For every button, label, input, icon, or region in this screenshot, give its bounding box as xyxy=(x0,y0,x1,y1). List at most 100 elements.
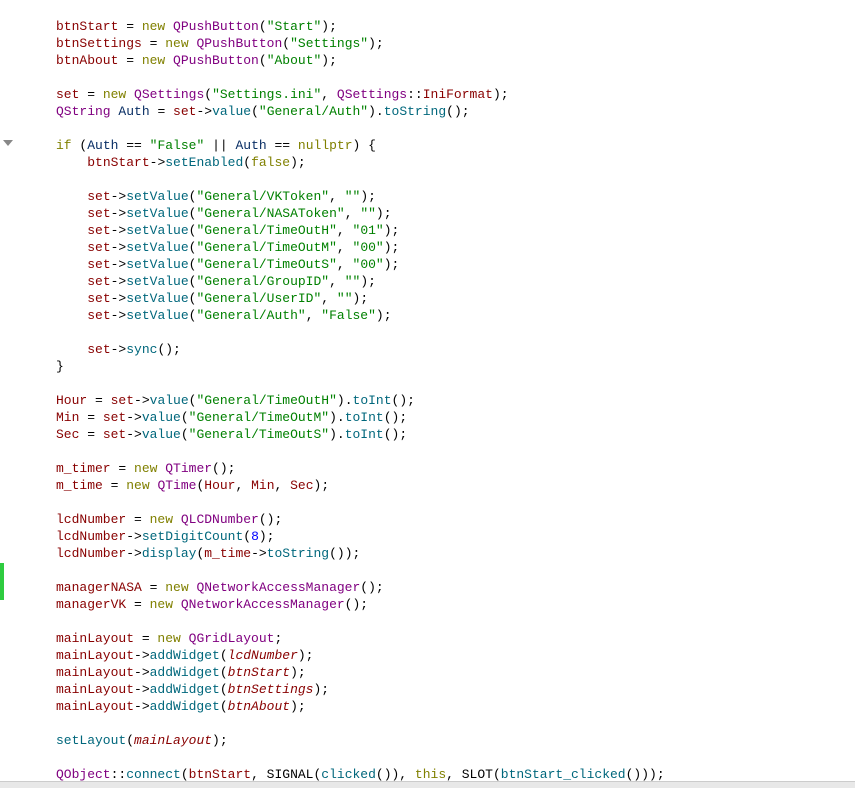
token-type: QTimer xyxy=(165,461,212,476)
token-member: m_time xyxy=(204,546,251,561)
token-member: m_time xyxy=(56,478,103,493)
token-keyword: new xyxy=(126,478,149,493)
token-func: setEnabled xyxy=(165,155,243,170)
token-func: addWidget xyxy=(150,682,220,697)
token-string: "General/TimeOutH" xyxy=(196,393,336,408)
token-func: value xyxy=(150,393,189,408)
token-func: setValue xyxy=(126,206,188,221)
token-string: "False" xyxy=(150,138,205,153)
token-member: set xyxy=(87,189,110,204)
token-func: setLayout xyxy=(56,733,126,748)
token-macro: SIGNAL xyxy=(267,767,314,782)
token-member: set xyxy=(87,308,110,323)
token-member: Min xyxy=(251,478,274,493)
token-member: btnStart xyxy=(189,767,251,782)
token-keyword: new xyxy=(103,87,126,102)
token-member: set xyxy=(111,393,134,408)
token-member: btnSettings xyxy=(56,36,142,51)
token-string: "01" xyxy=(353,223,384,238)
token-string: "Settings.ini" xyxy=(212,87,321,102)
code-block: btnStart = new QPushButton("Start"); btn… xyxy=(22,0,665,788)
token-member: Min xyxy=(56,410,79,425)
token-string: "General/Auth" xyxy=(196,308,305,323)
token-member: mainLayout xyxy=(56,682,134,697)
token-string: "Settings" xyxy=(290,36,368,51)
token-member: set xyxy=(87,291,110,306)
token-member: managerNASA xyxy=(56,580,142,595)
token-member: set xyxy=(103,427,126,442)
token-keyword: new xyxy=(142,53,165,68)
token-string: "General/UserID" xyxy=(196,291,321,306)
token-member: set xyxy=(87,257,110,272)
token-type: QTime xyxy=(157,478,196,493)
token-number: 8 xyxy=(251,529,259,544)
token-string: "Start" xyxy=(267,19,322,34)
token-string: "General/TimeOutS" xyxy=(189,427,329,442)
token-type: QGridLayout xyxy=(189,631,275,646)
token-member: set xyxy=(87,274,110,289)
bottom-scrollbar[interactable] xyxy=(0,781,855,788)
token-member: m_timer xyxy=(56,461,111,476)
token-member: Sec xyxy=(56,427,79,442)
fold-collapse-icon[interactable] xyxy=(3,140,13,146)
token-arg: btnSettings xyxy=(228,682,314,697)
token-member: Hour xyxy=(204,478,235,493)
token-func: addWidget xyxy=(150,699,220,714)
token-type: QObject xyxy=(56,767,111,782)
token-keyword: nullptr xyxy=(298,138,353,153)
token-keyword: if xyxy=(56,138,72,153)
token-func: toString xyxy=(267,546,329,561)
token-string: "General/Auth" xyxy=(259,104,368,119)
token-member: set xyxy=(103,410,126,425)
token-local: Auth xyxy=(118,104,149,119)
token-arg: mainLayout xyxy=(134,733,212,748)
token-func: setValue xyxy=(126,274,188,289)
token-member: set xyxy=(56,87,79,102)
token-keyword: new xyxy=(157,631,180,646)
token-func: setValue xyxy=(126,223,188,238)
token-macro: SLOT xyxy=(462,767,493,782)
token-member: mainLayout xyxy=(56,648,134,663)
token-local: Auth xyxy=(87,138,118,153)
token-keyword: new xyxy=(150,512,173,527)
token-string: "General/TimeOutS" xyxy=(196,257,336,272)
token-func: clicked xyxy=(321,767,376,782)
token-member: managerVK xyxy=(56,597,126,612)
token-arg: lcdNumber xyxy=(228,648,298,663)
token-func: display xyxy=(142,546,197,561)
token-string: "" xyxy=(360,206,376,221)
token-keyword: new xyxy=(165,580,188,595)
token-type: QSettings xyxy=(134,87,204,102)
token-keyword: false xyxy=(251,155,290,170)
token-func: setValue xyxy=(126,240,188,255)
token-member: set xyxy=(173,104,196,119)
token-func: sync xyxy=(126,342,157,357)
token-member: btnStart xyxy=(87,155,149,170)
token-member: set xyxy=(87,342,110,357)
token-func: setValue xyxy=(126,308,188,323)
token-type: QNetworkAccessManager xyxy=(181,597,345,612)
token-string: "General/TimeOutM" xyxy=(189,410,329,425)
token-member: mainLayout xyxy=(56,665,134,680)
token-member: btnAbout xyxy=(56,53,118,68)
token-type: QNetworkAccessManager xyxy=(196,580,360,595)
token-type: QPushButton xyxy=(173,53,259,68)
token-func: setDigitCount xyxy=(142,529,243,544)
token-member: set xyxy=(87,240,110,255)
editor-viewport: btnStart = new QPushButton("Start"); btn… xyxy=(0,0,855,788)
token-func: connect xyxy=(126,767,181,782)
token-func: value xyxy=(142,410,181,425)
token-string: "About" xyxy=(267,53,322,68)
token-member: mainLayout xyxy=(56,631,134,646)
token-func: toInt xyxy=(353,393,392,408)
token-keyword: new xyxy=(150,597,173,612)
token-type: QPushButton xyxy=(196,36,282,51)
token-member: mainLayout xyxy=(56,699,134,714)
token-func: toInt xyxy=(345,427,384,442)
token-arg: btnAbout xyxy=(228,699,290,714)
token-type: QString xyxy=(56,104,111,119)
token-keyword: this xyxy=(415,767,446,782)
token-type: QLCDNumber xyxy=(181,512,259,527)
token-func: setValue xyxy=(126,189,188,204)
token-type: QPushButton xyxy=(173,19,259,34)
